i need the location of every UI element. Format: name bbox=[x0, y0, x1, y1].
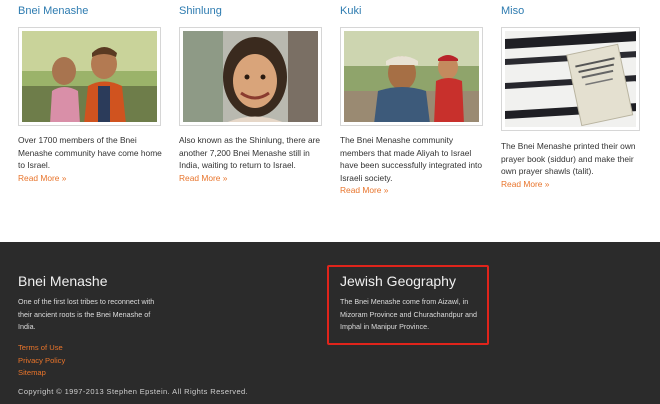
site-footer: Bnei Menashe One of the first lost tribe… bbox=[0, 242, 660, 404]
smiling-girl-photo bbox=[183, 31, 318, 122]
read-more-link[interactable]: Read More » bbox=[501, 178, 651, 191]
card-title-link[interactable]: Bnei Menashe bbox=[18, 5, 88, 17]
card-thumbnail[interactable] bbox=[340, 27, 483, 126]
card-thumbnail[interactable] bbox=[501, 27, 640, 131]
card-description: Also known as the Shinlung, there are an… bbox=[179, 134, 329, 184]
footer-about-text: One of the first lost tribes to reconnec… bbox=[18, 297, 155, 332]
two-women-photo bbox=[22, 31, 157, 122]
card-description: The Bnei Menashe printed their own praye… bbox=[501, 140, 651, 190]
card-thumbnail[interactable] bbox=[18, 27, 161, 126]
terms-of-use-link[interactable]: Terms of Use bbox=[18, 342, 65, 355]
copyright-text: Copyright © 1997-2013 Stephen Epstein. A… bbox=[18, 387, 249, 396]
card-title-link[interactable]: Miso bbox=[501, 5, 524, 17]
card-title-link[interactable]: Shinlung bbox=[179, 5, 222, 17]
feature-cards: Bnei Menashe Over 1700 members of the Bn… bbox=[0, 0, 660, 242]
card-title-link[interactable]: Kuki bbox=[340, 5, 361, 17]
card-thumbnail[interactable] bbox=[179, 27, 322, 126]
prayer-book-photo bbox=[505, 31, 636, 127]
sitemap-link[interactable]: Sitemap bbox=[18, 367, 65, 380]
card-description: The Bnei Menashe community members that … bbox=[340, 134, 490, 197]
footer-links: Terms of Use Privacy Policy Sitemap bbox=[18, 342, 65, 380]
footer-about-title: Bnei Menashe bbox=[18, 273, 108, 289]
card-description: Over 1700 members of the Bnei Menashe co… bbox=[18, 134, 168, 184]
read-more-link[interactable]: Read More » bbox=[179, 172, 329, 185]
privacy-policy-link[interactable]: Privacy Policy bbox=[18, 355, 65, 368]
read-more-link[interactable]: Read More » bbox=[18, 172, 168, 185]
man-holding-child-photo bbox=[344, 31, 479, 122]
highlight-box bbox=[327, 265, 489, 345]
read-more-link[interactable]: Read More » bbox=[340, 184, 490, 197]
